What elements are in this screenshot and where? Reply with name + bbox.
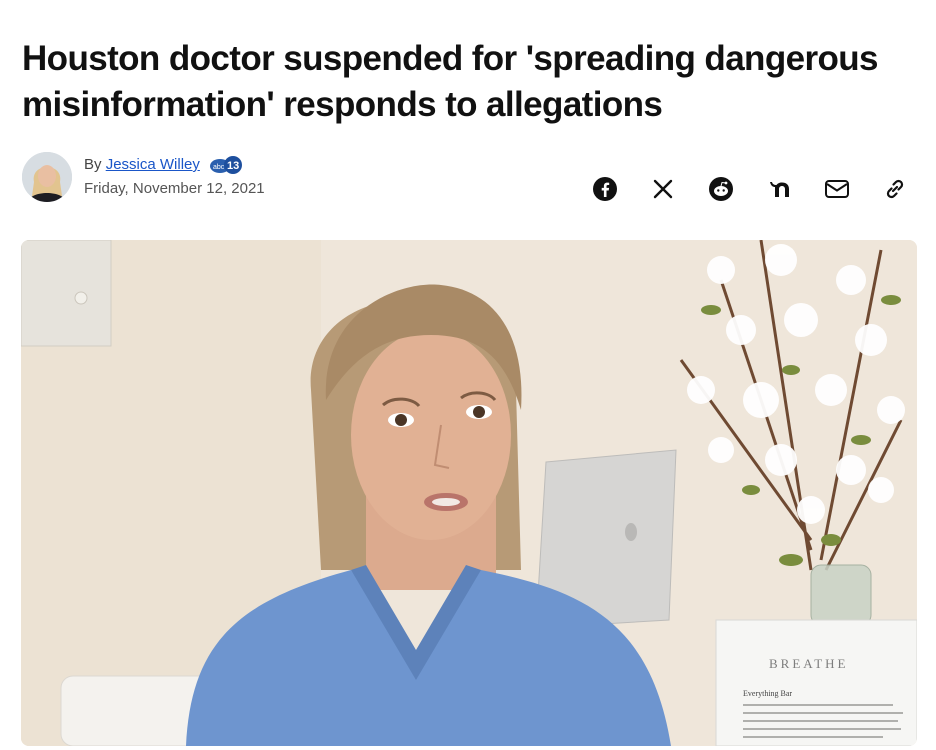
station-logo: abc 13 [208,154,244,176]
nextdoor-icon[interactable] [764,174,794,204]
reddit-icon[interactable] [706,174,736,204]
brochure: BREATHE Everything Bar [715,619,917,746]
author-avatar[interactable] [22,152,72,202]
svg-text:13: 13 [227,160,239,172]
link-icon[interactable] [880,174,910,204]
svg-text:abc: abc [213,164,225,171]
wall-switch [21,240,112,347]
email-icon[interactable] [822,174,852,204]
publish-date: Friday, November 12, 2021 [84,180,265,197]
article-headline: Houston doctor suspended for 'spreading … [22,39,879,124]
byline-row: By Jessica Willey abc 13 Friday, Novembe… [22,152,916,204]
byline-prefix: By [84,155,102,173]
brochure-subtitle: Everything Bar [743,689,792,698]
brochure-title: BREATHE [769,656,849,671]
author-link[interactable]: Jessica Willey [106,156,200,173]
article-video-still[interactable]: BREATHE Everything Bar [21,240,917,746]
byline: By Jessica Willey abc 13 [84,154,244,176]
facebook-icon[interactable] [590,174,620,204]
x-icon[interactable] [648,174,678,204]
share-bar [562,174,910,204]
